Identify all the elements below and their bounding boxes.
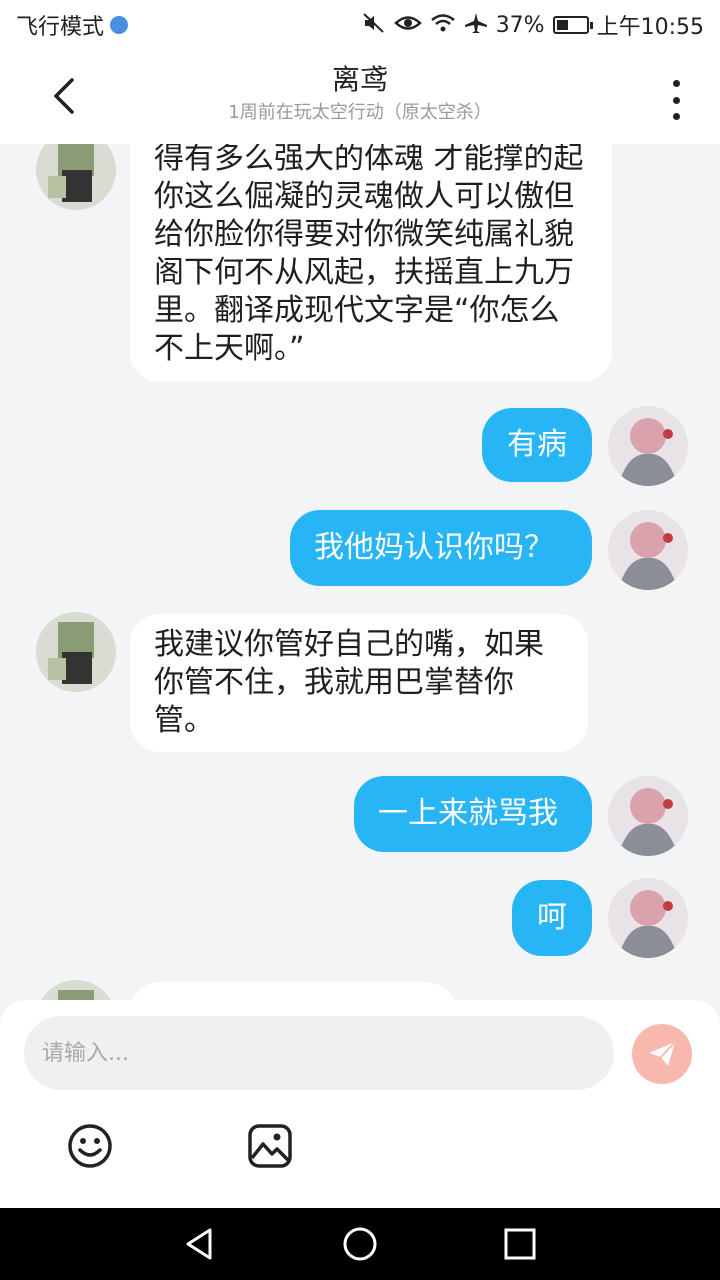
status-left: 飞行模式 <box>16 9 129 41</box>
system-nav-bar <box>0 1208 720 1280</box>
user-avatar[interactable] <box>608 776 688 856</box>
chat-list[interactable]: 得有多么强大的体魂 才能撑的起你这么倔凝的灵魂做人可以傲但给你脸你得要对你微笑纯… <box>0 144 720 1000</box>
status-bar: 飞行模式 37% 上午10:55 <box>0 0 720 50</box>
message-bubble-outgoing[interactable]: 我他妈认识你吗？ <box>290 510 592 586</box>
page-title: 离鸢 <box>331 63 388 96</box>
user-avatar[interactable] <box>608 406 688 486</box>
battery-icon <box>552 16 593 34</box>
nav-back-button[interactable] <box>182 1226 218 1262</box>
chevron-left-icon <box>54 78 74 114</box>
send-button[interactable] <box>632 1024 692 1084</box>
eye-icon <box>393 12 422 39</box>
image-icon <box>248 1124 292 1168</box>
message-bubble-incoming[interactable]: 我建议你管好自己的嘴，如果你管不住，我就用巴掌替你管。 <box>130 614 588 752</box>
more-dot-icon <box>672 113 680 120</box>
composer-panel <box>0 1000 720 1208</box>
send-icon <box>649 1041 676 1066</box>
chat-header: 离鸢 1周前在玩太空行动（原太空杀） <box>0 50 720 144</box>
mute-icon <box>362 12 386 39</box>
wifi-icon <box>430 12 456 39</box>
vpn-badge-icon <box>110 16 129 34</box>
battery-percent: 37% <box>495 12 545 38</box>
triangle-back-icon <box>186 1228 212 1260</box>
message-bubble-outgoing[interactable]: 呵 <box>512 880 592 956</box>
smiley-icon <box>68 1124 112 1168</box>
contact-avatar[interactable] <box>36 980 116 1000</box>
message-input[interactable] <box>24 1016 614 1090</box>
contact-avatar[interactable] <box>36 612 116 692</box>
message-bubble-outgoing[interactable]: 一上来就骂我 <box>354 776 592 852</box>
message-bubble-incoming[interactable] <box>130 982 456 1000</box>
more-dot-icon <box>672 80 680 87</box>
circle-home-icon <box>343 1227 377 1261</box>
image-button[interactable] <box>246 1122 294 1170</box>
nav-recents-button[interactable] <box>502 1226 538 1262</box>
message-bubble-incoming[interactable]: 得有多么强大的体魂 才能撑的起你这么倔凝的灵魂做人可以傲但给你脸你得要对你微笑纯… <box>130 144 612 382</box>
square-recents-icon <box>504 1228 536 1260</box>
nav-home-button[interactable] <box>342 1226 378 1262</box>
more-dot-icon <box>672 96 680 104</box>
user-avatar[interactable] <box>608 878 688 958</box>
back-button[interactable] <box>40 72 88 120</box>
clock: 上午10:55 <box>596 15 704 40</box>
user-avatar[interactable] <box>608 510 688 590</box>
airplane-mode-label: 飞行模式 <box>16 15 105 40</box>
battery-fill <box>556 20 568 30</box>
more-options-button[interactable] <box>658 76 694 124</box>
title-block: 离鸢 1周前在玩太空行动（原太空杀） <box>150 62 570 126</box>
contact-avatar[interactable] <box>36 144 116 210</box>
status-right: 37% 上午10:55 <box>362 9 704 41</box>
status-subtitle: 1周前在玩太空行动（原太空杀） <box>228 102 492 123</box>
emoji-button[interactable] <box>66 1122 114 1170</box>
airplane-icon <box>464 12 488 39</box>
message-bubble-outgoing[interactable]: 有病 <box>482 408 592 482</box>
